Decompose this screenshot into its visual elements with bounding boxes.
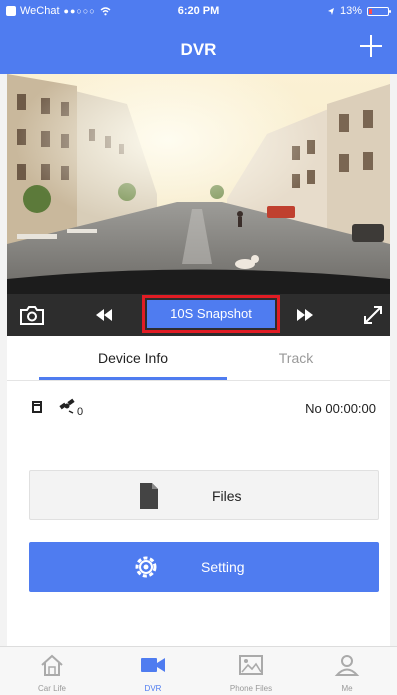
active-tab-indicator bbox=[39, 377, 227, 380]
setting-button[interactable]: Setting bbox=[29, 542, 379, 592]
battery-percent: 13% bbox=[339, 5, 362, 17]
content-panel: Device Info Track 0 No 00:00:00 Files Se… bbox=[7, 336, 390, 646]
rewind-icon[interactable] bbox=[93, 304, 115, 326]
tab-track[interactable]: Track bbox=[202, 350, 390, 366]
satellite-icon bbox=[59, 398, 75, 414]
tabbar-item-me[interactable]: Me bbox=[297, 647, 397, 695]
file-icon bbox=[140, 483, 158, 509]
video-camera-icon bbox=[103, 653, 203, 682]
image-icon bbox=[201, 653, 301, 682]
location-arrow-icon bbox=[327, 7, 334, 15]
record-time: No 00:00:00 bbox=[305, 401, 376, 416]
page-title: DVR bbox=[180, 40, 217, 59]
setting-button-label: Setting bbox=[201, 559, 245, 575]
header: WeChat ●●○○○ 6:20 PM 13% DVR bbox=[0, 0, 397, 74]
add-icon[interactable] bbox=[357, 32, 385, 60]
info-tabs: Device Info Track bbox=[7, 336, 390, 381]
tab-device-info[interactable]: Device Info bbox=[39, 350, 227, 366]
video-toolbar: 10S Snapshot bbox=[7, 294, 390, 336]
snapshot-button[interactable]: 10S Snapshot bbox=[147, 300, 275, 328]
sd-card-icon bbox=[32, 401, 42, 413]
gear-icon bbox=[135, 556, 157, 578]
tabbar-label-me: Me bbox=[341, 684, 353, 693]
status-right: 13% bbox=[327, 5, 391, 17]
tabbar-item-dvr[interactable]: DVR bbox=[103, 647, 203, 695]
gps-satellite-count: 0 bbox=[77, 406, 84, 418]
tabbar-item-phone-files[interactable]: Phone Files bbox=[201, 647, 301, 695]
bottom-tab-bar: Car Life DVR Phone Files Me bbox=[0, 646, 397, 695]
files-button[interactable]: Files bbox=[29, 470, 379, 520]
video-frame bbox=[7, 74, 390, 294]
tabbar-label-phone-files: Phone Files bbox=[229, 684, 273, 693]
app-root: WeChat ●●○○○ 6:20 PM 13% DVR 10S Snapsho… bbox=[0, 0, 397, 695]
fast-forward-icon[interactable] bbox=[294, 304, 316, 326]
person-icon bbox=[297, 653, 397, 682]
files-button-label: Files bbox=[212, 488, 242, 504]
device-status-row: 0 No 00:00:00 bbox=[7, 396, 390, 420]
home-icon bbox=[2, 653, 102, 682]
tabbar-label-dvr: DVR bbox=[144, 684, 162, 693]
video-feed[interactable] bbox=[7, 74, 390, 294]
tabbar-label-car-life: Car Life bbox=[37, 684, 66, 693]
camera-icon[interactable] bbox=[19, 304, 45, 326]
battery-icon bbox=[367, 6, 391, 16]
tabbar-item-car-life[interactable]: Car Life bbox=[2, 647, 102, 695]
expand-icon[interactable] bbox=[362, 304, 384, 326]
status-bar: WeChat ●●○○○ 6:20 PM 13% bbox=[0, 0, 397, 22]
